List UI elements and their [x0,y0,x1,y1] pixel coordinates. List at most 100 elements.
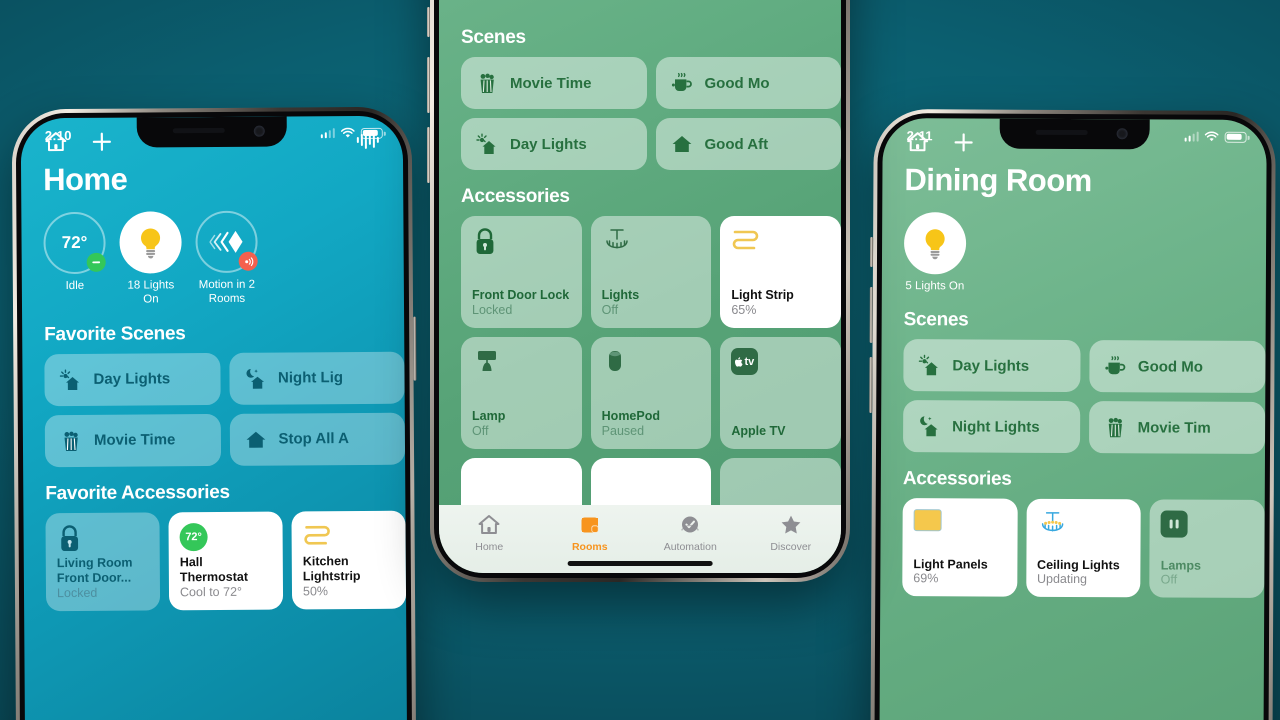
mute-switch[interactable] [869,236,874,267]
accessory-status: Off [601,303,619,317]
power-button[interactable] [413,316,417,381]
accessory-card[interactable]: HomePod Paused [590,337,712,449]
accessory-card[interactable]: Ceiling Lights Updating [1025,499,1142,598]
scene-card[interactable]: Movie Time [461,57,647,109]
scene-label: Good Aft [704,135,769,153]
accessory-card[interactable]: Kitchen Lightstrip 50% [291,510,407,610]
accessory-card[interactable]: tv Apple TV [720,337,841,449]
scene-card[interactable]: Day Lights [461,118,647,170]
front-camera [253,125,265,137]
accessory-name: Lamp [472,409,506,424]
lock-icon [61,524,79,551]
lights-ring [119,211,182,274]
volume-down-button[interactable] [869,356,873,413]
accessory-card[interactable]: Lights Off [590,216,712,328]
chandelier-blue-icon [1041,512,1064,532]
scene-card[interactable]: Day Lights [903,339,1081,393]
tab-discover[interactable]: Discover [741,513,842,553]
section-header-accessories: Accessories [461,186,570,207]
scene-card[interactable]: Night Lights [902,400,1080,454]
scenes-grid: Movie Time Good Mo Day Lights Good Aft [439,57,841,170]
scene-card[interactable]: Day Lights [44,352,221,406]
light-panel-icon [913,509,942,532]
scene-card[interactable]: Good Mo [1088,340,1266,394]
volume-down-button[interactable] [427,127,430,183]
cellular-bars-icon [1184,131,1199,142]
tab-label: Automation [663,541,717,553]
scene-label: Day Lights [952,357,1030,375]
accessory-status: 50% [302,583,329,599]
status-circle-motion[interactable]: Motion in 2 Rooms [195,210,258,307]
accessory-card[interactable]: Light Strip 65% [720,216,841,328]
status-circle-lights[interactable]: 18 Lights On [119,211,182,307]
accessory-status: Cool to 72° [179,584,243,599]
scene-label: Movie Time [93,431,176,450]
volume-up-button[interactable] [427,57,430,113]
appletv-icon: tv [731,348,759,375]
status-caption: 18 Lights On [127,279,175,306]
accessory-status: Off [472,424,489,438]
accessory-card[interactable]: Light Panels 69% [902,498,1018,598]
accessory-name: Lamps [1160,558,1202,573]
wifi-icon [1204,131,1219,142]
home-page: Home 72° Idle 18 Lights On Motion in 2 R… [21,116,408,720]
tab-automation[interactable]: Automation [640,513,741,553]
house-icon [246,431,265,448]
motion-ring [195,210,258,274]
mute-switch[interactable] [427,7,430,37]
scene-label: Good Mo [704,74,770,92]
status-caption: Motion in 2 Rooms [198,278,256,306]
earpiece-speaker [172,127,225,134]
rooms-page: Scenes Movie Time Good Mo Day Lights Goo… [439,0,841,573]
accessory-name: Living Room Front Door... [56,555,133,586]
scene-label: Movie Tim [1137,419,1211,437]
accessory-status: Updating [1036,572,1088,587]
home-indicator[interactable] [567,561,713,566]
scene-card[interactable]: Night Lig [228,351,405,405]
accessory-status: Locked [56,585,98,600]
section-header-scenes: Scenes [903,309,969,331]
tab-rooms[interactable]: Rooms [540,513,641,553]
accessory-name: Apple TV [731,424,786,439]
scene-card[interactable]: Movie Time [44,413,221,467]
status-time: 2:10 [44,127,72,143]
phone-screen: Scenes Movie Time Good Mo Day Lights Goo… [439,0,841,573]
status-circle-lights[interactable]: 5 Lights On [903,212,967,294]
popcorn-icon [1108,418,1122,438]
scene-card[interactable]: Good Aft [655,118,841,170]
accessory-card[interactable]: Lamps Off [1149,499,1265,599]
scene-card[interactable]: Good Mo [655,57,841,109]
thermostat-badge-value: 72° [185,530,202,543]
popcorn-icon [480,73,494,93]
accessory-name: Front Door Lock [472,288,570,303]
coffee-icon [1104,356,1125,375]
tab-label: Home [475,541,504,553]
scene-label: Good Mo [1137,358,1203,376]
volume-up-button[interactable] [869,286,873,343]
accessory-card[interactable]: 72° Hall Thermostat Cool to 72° [168,511,284,611]
day-lights-icon [918,355,938,376]
notch [999,118,1150,150]
section-header-favorite-scenes: Favorite Scenes [44,322,186,345]
discover-tab-icon [781,515,801,534]
section-header-favorite-accessories: Favorite Accessories [45,481,230,504]
night-lights-icon [920,416,938,437]
automation-tab-icon [681,516,700,533]
front-camera [1116,128,1128,140]
favorite-accessories-grid: Living Room Front Door... Locked 72° Hal… [23,510,407,611]
status-time: 2:11 [906,127,933,143]
day-lights-icon [476,133,496,154]
status-caption: 5 Lights On [905,280,965,293]
tab-home[interactable]: Home [439,513,540,553]
earpiece-speaker [1035,129,1088,136]
status-circle-thermostat[interactable]: 72° Idle [43,211,106,308]
cellular-bars-icon [320,128,335,139]
accessory-card[interactable]: Front Door Lock Locked [461,216,582,328]
accessories-grid: Light Panels 69% Ceiling Lights Updating… [880,498,1265,599]
battery-icon [1224,131,1247,143]
accessory-card[interactable]: Lamp Off [461,337,582,449]
scene-card[interactable]: Stop All A [229,412,406,466]
accessory-status: 65% [731,303,757,317]
accessory-card[interactable]: Living Room Front Door... Locked [45,512,161,611]
scene-card[interactable]: Movie Tim [1088,401,1266,455]
